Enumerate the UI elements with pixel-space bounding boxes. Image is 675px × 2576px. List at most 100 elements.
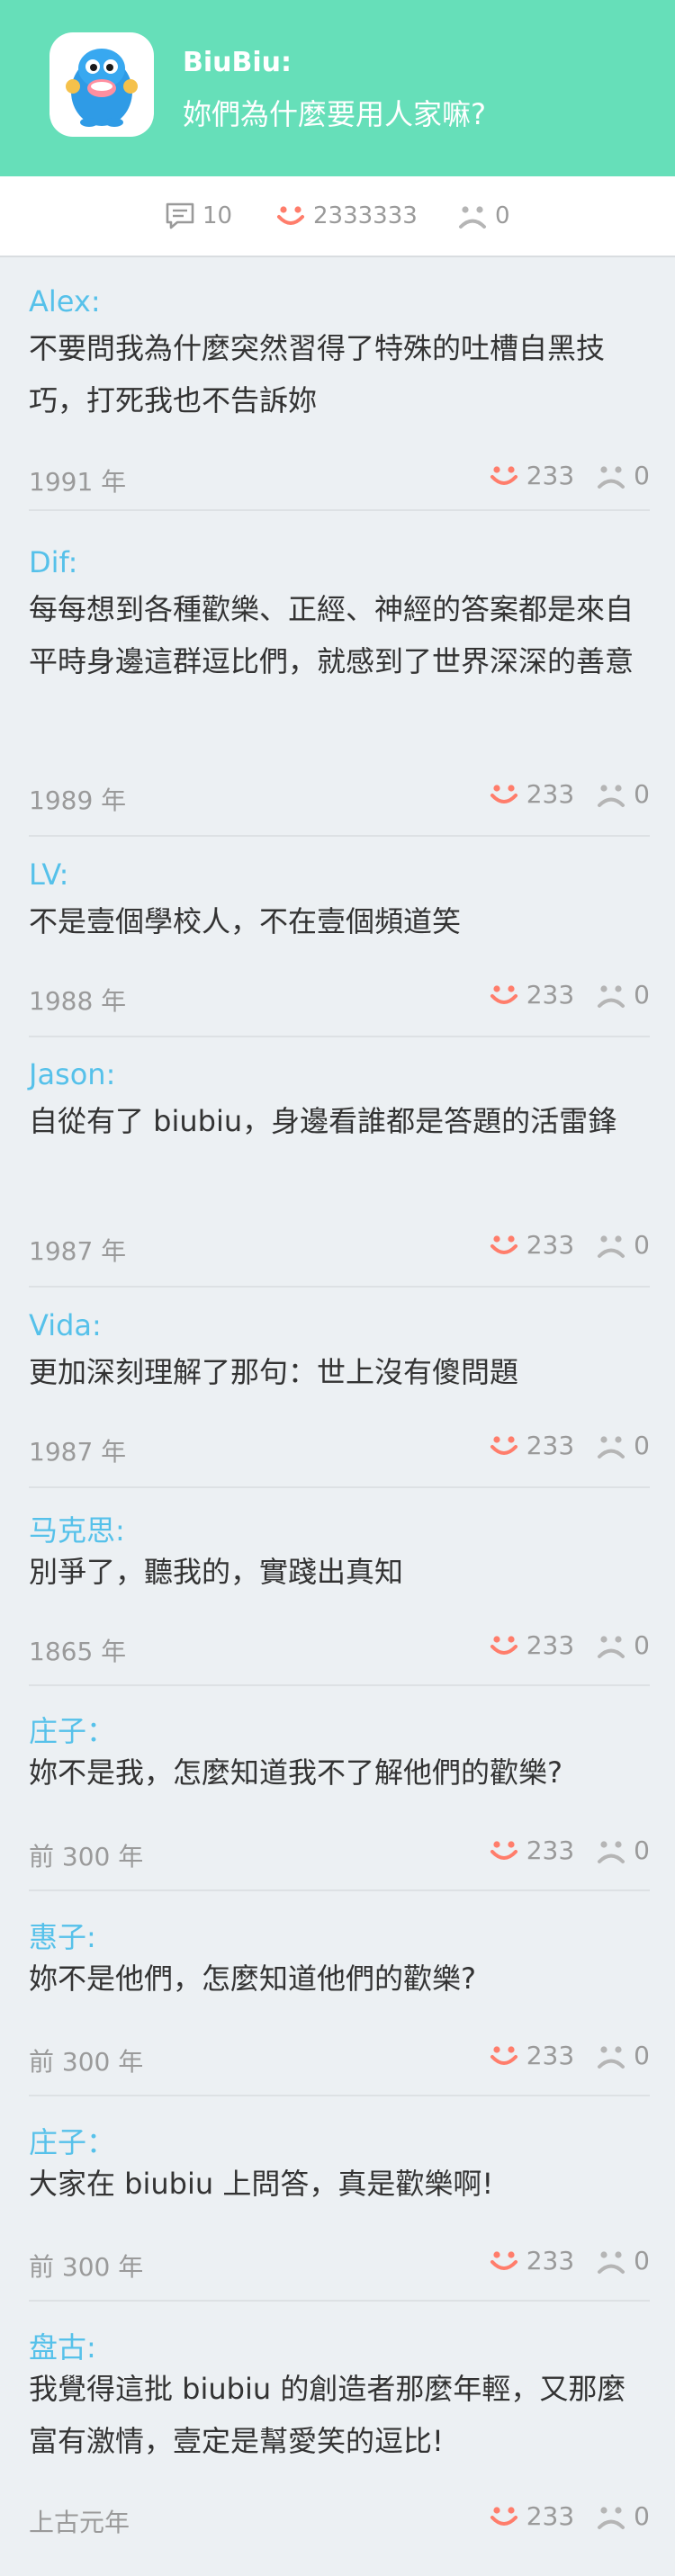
smile-icon [490,1635,518,1655]
comment-author[interactable]: 马克思: [29,1508,125,1549]
comment-actions: 233 0 [489,1630,650,1660]
like-button[interactable]: 233 [489,461,574,490]
frown-icon [598,2045,626,2069]
comments-count[interactable]: 10 [165,176,232,256]
comment-icon [166,202,194,229]
comment-author[interactable]: Vida: [29,1308,102,1342]
comment-author[interactable]: 庄子： [29,2120,115,2161]
comment-date: 1987 年 [29,1236,127,1266]
like-button[interactable]: 233 [489,1630,574,1660]
comment-date: 1988 年 [29,986,127,1016]
like-count: 233 [526,1630,575,1660]
dislike-button[interactable]: 0 [596,2041,650,2070]
comment-date: 1991 年 [29,467,127,497]
dislike-count: 0 [634,461,650,490]
smile-icon [490,2045,518,2065]
comment-date: 1989 年 [29,785,127,815]
dislike-button[interactable]: 0 [596,461,650,490]
like-button[interactable]: 233 [489,980,574,1010]
like-count: 233 [526,980,575,1010]
page: BiuBiu: 妳們為什麼要用人家嘛? 10 2333333 0 Alex: 不… [0,0,675,2576]
comment-author[interactable]: 惠子: [29,1915,96,1956]
dislike-button[interactable]: 0 [596,1431,650,1460]
comment-actions: 233 0 [489,1230,650,1260]
like-count: 233 [526,2041,575,2070]
like-count: 233 [526,461,575,490]
like-count: 233 [526,2501,575,2531]
dislike-count: 0 [634,980,650,1010]
comment-author[interactable]: 盘古: [29,2325,96,2366]
dislikes-count-value: 0 [495,202,510,229]
frown-icon [598,1635,626,1658]
comment-actions: 233 0 [489,980,650,1010]
dislike-count: 0 [634,1431,650,1460]
comment-date: 前 300 年 [29,1842,144,1871]
comment-text: 別爭了，聽我的，實踐出真知 [29,1555,404,1589]
frown-icon [598,984,626,1008]
comment-text: 更加深刻理解了那句：世上沒有傻問題 [29,1355,519,1389]
comment-author[interactable]: 庄子： [29,1709,115,1750]
comment-text: 我覺得這批 biubiu 的創造者那麼年輕，又那麼富有激情，壹定是幫愛笑的逗比! [29,2372,626,2458]
smile-icon [490,1840,518,1860]
dislike-button[interactable]: 0 [596,1836,650,1865]
question-header: BiuBiu: 妳們為什麼要用人家嘛? [0,0,675,176]
comment-item: 马克思: 別爭了，聽我的，實踐出真知 1865 年 233 0 [29,1508,650,1686]
frown-icon [598,1435,626,1459]
comment-text: 大家在 biubiu 上問答，真是歡樂啊! [29,2167,494,2201]
frown-icon [598,1840,626,1863]
comment-date: 前 300 年 [29,2047,144,2077]
comment-author[interactable]: Alex: [29,284,101,319]
stats-bar: 10 2333333 0 [0,176,675,257]
smile-icon [490,984,518,1004]
like-button[interactable]: 233 [489,1230,574,1260]
frown-icon [459,206,486,229]
smile-icon [490,2250,518,2270]
dislike-button[interactable]: 0 [596,980,650,1010]
question-title: 妳們為什麼要用人家嘛? [183,97,486,131]
dislike-button[interactable]: 0 [596,2246,650,2275]
comment-author[interactable]: Jason: [29,1057,115,1091]
comment-author[interactable]: Dif: [29,545,77,579]
like-button[interactable]: 233 [489,1431,574,1460]
smile-icon [490,2506,518,2526]
comment-actions: 233 0 [489,461,650,490]
comment-item: 庄子： 大家在 biubiu 上問答，真是歡樂啊! 前 300 年 233 0 [29,2120,650,2302]
biubiu-mascot-icon [50,32,154,137]
dislike-button[interactable]: 0 [596,779,650,809]
comment-actions: 233 0 [489,2041,650,2070]
frown-icon [598,2506,626,2529]
comment-date: 1987 年 [29,1437,127,1467]
likes-count-value: 2333333 [313,202,418,229]
comment-item: Alex: 不要問我為什麼突然習得了特殊的吐槽自黑技巧，打死我也不告訴妳 199… [29,284,650,511]
comment-text: 每每想到各種歡樂、正經、神經的答案都是來自平時身邊這群逗比們，就感到了世界深深的… [29,592,634,678]
dislike-count: 0 [634,1836,650,1865]
smile-icon [490,1234,518,1254]
comment-text: 不要問我為什麼突然習得了特殊的吐槽自黑技巧，打死我也不告訴妳 [29,331,606,417]
likes-count[interactable]: 2333333 [275,176,418,256]
like-button[interactable]: 233 [489,2041,574,2070]
frown-icon [598,784,626,807]
dislike-count: 0 [634,2041,650,2070]
like-count: 233 [526,2246,575,2275]
comment-author[interactable]: LV: [29,857,68,892]
dislike-count: 0 [634,2246,650,2275]
like-button[interactable]: 233 [489,1836,574,1865]
comment-item: Jason: 自從有了 biubiu，身邊看誰都是答題的活雷鋒 1987 年 2… [29,1057,650,1288]
dislike-button[interactable]: 0 [596,2501,650,2531]
dislikes-count[interactable]: 0 [457,176,510,256]
like-button[interactable]: 233 [489,2501,574,2531]
smile-icon [277,206,304,225]
like-count: 233 [526,1431,575,1460]
comment-date: 上古元年 [29,2508,130,2537]
like-button[interactable]: 233 [489,2246,574,2275]
comment-text: 妳不是他們，怎麼知道他們的歡樂? [29,1961,476,1996]
comment-text: 不是壹個學校人，不在壹個頻道笑 [29,904,462,938]
app-name: BiuBiu: [183,47,292,78]
like-button[interactable]: 233 [489,779,574,809]
dislike-button[interactable]: 0 [596,1630,650,1660]
dislike-count: 0 [634,2501,650,2531]
dislike-button[interactable]: 0 [596,1230,650,1260]
comment-actions: 233 0 [489,1431,650,1460]
frown-icon [598,1234,626,1258]
comment-actions: 233 0 [489,2246,650,2275]
